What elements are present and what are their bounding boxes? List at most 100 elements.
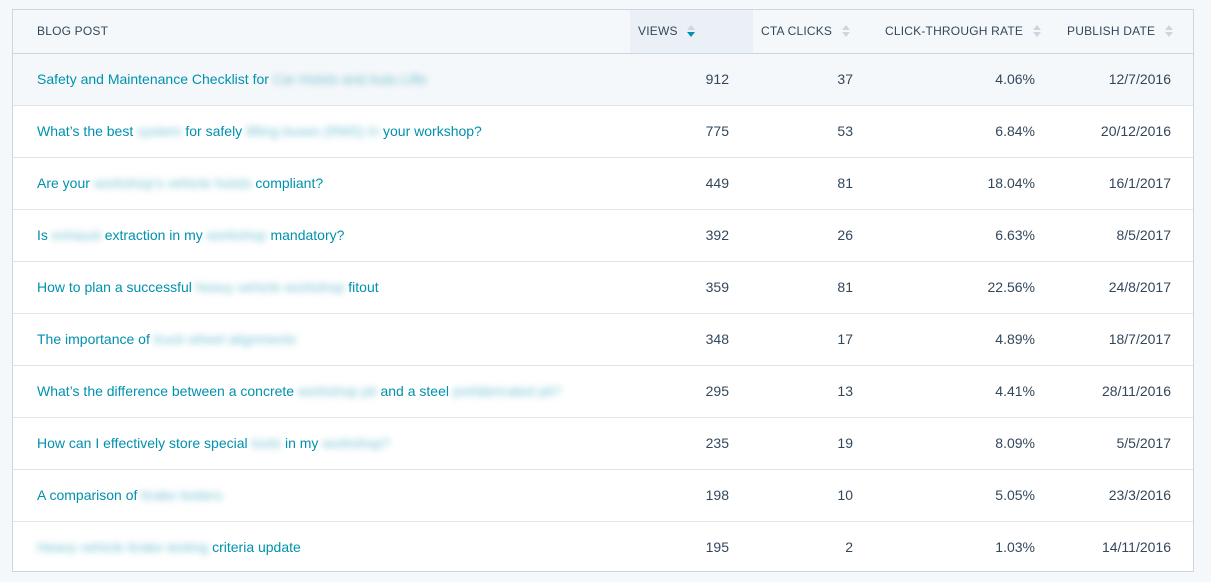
views-cell: 775: [630, 105, 753, 158]
blog-post-title-text: your workshop?: [379, 123, 482, 139]
blog-posts-table: BLOG POST VIEWS CTA CLICKS CLICK-THROUGH…: [13, 10, 1193, 571]
views-cell: 392: [630, 209, 753, 262]
blog-post-title-text: A comparison of: [37, 487, 142, 503]
blog-post-title-text: What’s the difference between a concrete: [37, 383, 298, 399]
blog-post-title-link[interactable]: Are your workshop’s vehicle hoists compl…: [37, 175, 323, 191]
publish-date-cell: 8/5/2017: [1059, 209, 1193, 262]
cta-clicks-cell: 81: [753, 157, 877, 210]
redacted-text: prefabricated pit?: [452, 383, 562, 399]
click-through-rate-cell: 4.06%: [877, 53, 1059, 106]
column-header-views[interactable]: VIEWS: [630, 10, 753, 54]
column-header-label: BLOG POST: [37, 24, 109, 39]
cta-clicks-cell: 37: [753, 53, 877, 106]
redacted-text: Car Hoists and Auto Lifts: [272, 71, 427, 87]
blog-post-title-text: Is: [37, 227, 52, 243]
blog-post-title-text: in my: [281, 435, 323, 451]
blog-post-cell: What’s the best system for safely liftin…: [13, 105, 630, 158]
redacted-text: tools: [251, 435, 282, 451]
publish-date-cell: 14/11/2016: [1101, 539, 1171, 556]
column-header-label: CTA CLICKS: [761, 23, 833, 38]
views-cell: 359: [630, 261, 753, 314]
views-cell: 912: [630, 53, 753, 106]
sort-icon[interactable]: [1164, 24, 1173, 38]
column-header-publish-date[interactable]: PUBLISH DATE: [1059, 10, 1193, 54]
blog-post-title-text: for safely: [181, 123, 247, 139]
table-row[interactable]: What’s the difference between a concrete…: [13, 365, 1193, 418]
cta-clicks-cell: 19: [753, 417, 877, 470]
click-through-rate-cell: 8.09%: [877, 417, 1059, 470]
blog-post-title-link[interactable]: Is exhaust extraction in my workshop man…: [37, 227, 344, 243]
blog-post-cell: Safety and Maintenance Checklist for Car…: [13, 53, 630, 106]
views-cell: 348: [630, 313, 753, 366]
blog-post-title-text: extraction in my: [100, 227, 207, 243]
redacted-text: truck wheel alignments: [153, 331, 297, 347]
table-row[interactable]: How to plan a successful heavy vehicle w…: [13, 261, 1193, 314]
blog-post-title-text: How can I effectively store special: [37, 435, 252, 451]
column-header-label: VIEWS: [638, 23, 678, 38]
blog-post-title-text: compliant?: [251, 175, 324, 191]
cta-clicks-cell: 53: [753, 105, 877, 158]
cta-clicks-cell: 81: [753, 261, 877, 314]
table-row[interactable]: Is exhaust extraction in my workshop man…: [13, 209, 1193, 262]
table-row[interactable]: Safety and Maintenance Checklist for Car…: [13, 53, 1193, 106]
redacted-text: workshop?: [322, 435, 391, 451]
table-row[interactable]: What’s the best system for safely liftin…: [13, 105, 1193, 158]
views-cell: 198: [630, 469, 753, 522]
column-header-blog-post[interactable]: BLOG POST: [13, 10, 630, 54]
column-header-click-through-rate[interactable]: CLICK-THROUGH RATE: [877, 10, 1059, 54]
views-cell: 235: [630, 417, 753, 470]
blog-post-cell: Heavy vehicle brake testing criteria upd…: [13, 521, 630, 571]
publish-date-cell: 5/5/2017: [1059, 417, 1193, 470]
table-row[interactable]: The importance of truck wheel alignments…: [13, 313, 1193, 366]
redacted-text: brake testers: [141, 487, 223, 503]
redacted-text: system: [137, 123, 182, 139]
click-through-rate-cell: 6.84%: [877, 105, 1059, 158]
blog-post-title-link[interactable]: Heavy vehicle brake testing criteria upd…: [37, 539, 301, 555]
click-through-rate-cell: 1.03%: [995, 539, 1035, 556]
cta-clicks-cell: 13: [753, 365, 877, 418]
publish-date-cell: 23/3/2016: [1059, 469, 1193, 522]
publish-date-cell: 20/12/2016: [1059, 105, 1193, 158]
table-row[interactable]: How can I effectively store special tool…: [13, 417, 1193, 470]
click-through-rate-cell: 4.89%: [877, 313, 1059, 366]
click-through-rate-cell: 4.41%: [877, 365, 1059, 418]
blog-post-title-text: What’s the best: [37, 123, 138, 139]
blog-post-title-link[interactable]: A comparison of brake testers: [37, 487, 222, 503]
blog-post-cell: The importance of truck wheel alignments: [13, 313, 630, 366]
blog-post-cell: A comparison of brake testers: [13, 469, 630, 522]
blog-post-cell: How to plan a successful heavy vehicle w…: [13, 261, 630, 314]
click-through-rate-cell: 18.04%: [877, 157, 1059, 210]
click-through-rate-cell: 5.05%: [877, 469, 1059, 522]
publish-date-cell: 24/8/2017: [1059, 261, 1193, 314]
redacted-text: workshop: [206, 227, 267, 243]
redacted-text: heavy vehicle workshop: [195, 279, 345, 295]
blog-posts-table-container: BLOG POST VIEWS CTA CLICKS CLICK-THROUGH…: [12, 9, 1194, 572]
redacted-text: lifting buses (RMS) in: [246, 123, 380, 139]
sort-icon[interactable]: [1032, 24, 1041, 38]
views-cell: 195: [705, 539, 729, 556]
blog-post-title-text: fitout: [344, 279, 379, 295]
publish-date-cell: 18/7/2017: [1059, 313, 1193, 366]
blog-post-title-link[interactable]: The importance of truck wheel alignments: [37, 331, 296, 347]
blog-post-title-text: criteria update: [208, 539, 301, 556]
blog-post-title-text: How to plan a successful: [37, 279, 196, 295]
blog-post-title-link[interactable]: What’s the best system for safely liftin…: [37, 123, 482, 139]
sort-icon[interactable]: [841, 24, 850, 38]
column-header-label: PUBLISH DATE: [1067, 23, 1156, 38]
cta-clicks-cell: 10: [753, 469, 877, 522]
column-header-label: CLICK-THROUGH RATE: [885, 23, 1024, 38]
sort-descending-icon[interactable]: [687, 24, 696, 38]
views-cell: 295: [630, 365, 753, 418]
blog-post-title-link[interactable]: How can I effectively store special tool…: [37, 435, 390, 451]
blog-post-cell: What’s the difference between a concrete…: [13, 365, 630, 418]
blog-post-title-link[interactable]: Safety and Maintenance Checklist for Car…: [37, 71, 427, 87]
blog-post-title-link[interactable]: What’s the difference between a concrete…: [37, 383, 561, 399]
blog-post-cell: How can I effectively store special tool…: [13, 417, 630, 470]
table-row[interactable]: A comparison of brake testers 198 10 5.05% 2…: [13, 469, 1193, 522]
redacted-text: workshop pit: [297, 383, 377, 399]
table-row[interactable]: Heavy vehicle brake testing criteria upd…: [13, 521, 1193, 571]
blog-post-title-text: and a steel: [376, 383, 453, 399]
column-header-cta-clicks[interactable]: CTA CLICKS: [753, 10, 877, 54]
blog-post-title-link[interactable]: How to plan a successful heavy vehicle w…: [37, 279, 379, 295]
table-row[interactable]: Are your workshop’s vehicle hoists compl…: [13, 157, 1193, 210]
